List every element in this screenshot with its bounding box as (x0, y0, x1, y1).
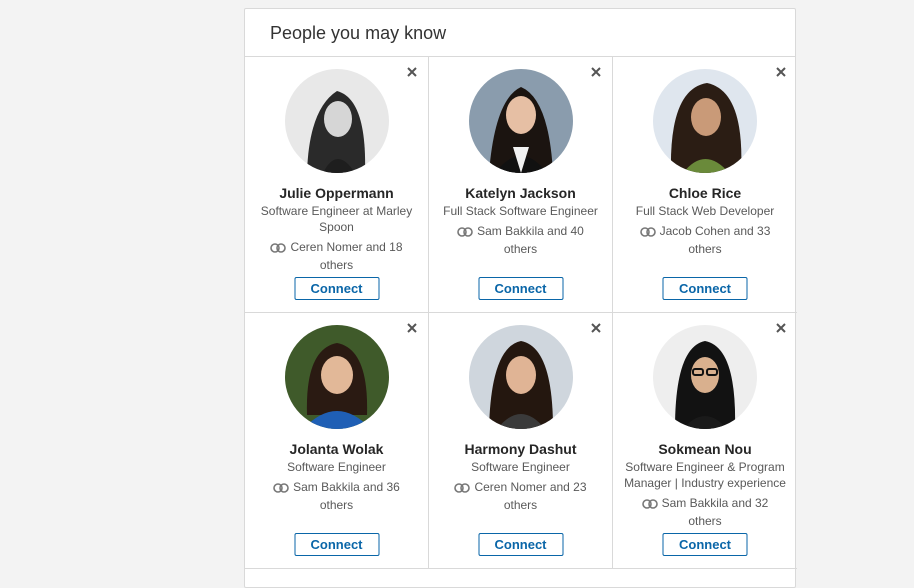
connect-button[interactable]: Connect (478, 277, 563, 300)
close-icon[interactable] (589, 321, 603, 335)
connect-button[interactable]: Connect (294, 533, 379, 556)
person-name[interactable]: Sokmean Nou (613, 440, 797, 458)
shared-connections-text: Ceren Nomer and 23 others (474, 480, 587, 512)
shared-connections-icon (641, 497, 658, 513)
connect-button[interactable]: Connect (662, 533, 748, 556)
shared-connections-icon (454, 481, 471, 497)
panel-title: People you may know (270, 23, 447, 43)
shared-connections: Sam Bakkila and 40 others (446, 223, 596, 257)
close-icon[interactable] (405, 65, 419, 79)
avatar[interactable] (653, 325, 757, 429)
person-name[interactable]: Julie Oppermann (245, 184, 428, 202)
avatar[interactable] (468, 325, 573, 429)
shared-connections-text: Sam Bakkila and 32 others (661, 496, 769, 528)
person-headline: Software Engineer at Marley Spoon (260, 204, 413, 234)
connect-button[interactable]: Connect (662, 277, 748, 300)
shared-connections: Ceren Nomer and 18 others (262, 239, 412, 273)
person-card: Jolanta Wolak Software Engineer Sam Bakk… (245, 313, 429, 569)
person-card: Katelyn Jackson Full Stack Software Engi… (429, 57, 613, 313)
avatar[interactable] (284, 69, 389, 173)
people-grid: Julie Oppermann Software Engineer at Mar… (245, 57, 797, 569)
shared-connections: Jacob Cohen and 33 others (630, 223, 780, 257)
connect-button[interactable]: Connect (478, 533, 563, 556)
shared-connections: Sam Bakkila and 32 others (630, 495, 780, 529)
shared-connections-icon (639, 225, 656, 241)
person-name[interactable]: Jolanta Wolak (245, 440, 428, 458)
person-name[interactable]: Katelyn Jackson (429, 184, 612, 202)
panel-header: People you may know (245, 9, 795, 57)
avatar[interactable] (468, 69, 573, 173)
people-you-may-know-panel: People you may know Julie Oppermann Soft… (244, 8, 797, 588)
avatar[interactable] (284, 325, 389, 429)
person-card: Chloe Rice Full Stack Web Developer Jaco… (613, 57, 797, 313)
person-headline: Software Engineer (471, 460, 570, 474)
close-icon[interactable] (774, 321, 788, 335)
shared-connections-text: Sam Bakkila and 40 others (477, 224, 584, 256)
shared-connections-text: Ceren Nomer and 18 others (290, 240, 403, 272)
shared-connections-icon (270, 241, 287, 257)
person-headline: Full Stack Web Developer (635, 204, 775, 218)
shared-connections-icon (457, 225, 473, 241)
shared-connections-icon (273, 481, 289, 497)
avatar[interactable] (653, 69, 757, 173)
connect-button[interactable]: Connect (294, 277, 379, 300)
shared-connections-text: Jacob Cohen and 33 others (659, 224, 771, 256)
person-card: Sokmean Nou Software Engineer & Program … (613, 313, 797, 569)
person-headline: Software Engineer & Program Manager | In… (624, 460, 786, 490)
person-headline: Software Engineer (287, 460, 386, 474)
shared-connections-text: Sam Bakkila and 36 others (293, 480, 400, 512)
shared-connections: Ceren Nomer and 23 others (446, 479, 596, 513)
person-headline: Full Stack Software Engineer (443, 204, 598, 218)
close-icon[interactable] (405, 321, 419, 335)
shared-connections: Sam Bakkila and 36 others (262, 479, 412, 513)
person-name[interactable]: Harmony Dashut (429, 440, 612, 458)
person-card: Harmony Dashut Software Engineer Ceren N… (429, 313, 613, 569)
person-name[interactable]: Chloe Rice (613, 184, 797, 202)
close-icon[interactable] (589, 65, 603, 79)
close-icon[interactable] (774, 65, 788, 79)
person-card: Julie Oppermann Software Engineer at Mar… (245, 57, 429, 313)
